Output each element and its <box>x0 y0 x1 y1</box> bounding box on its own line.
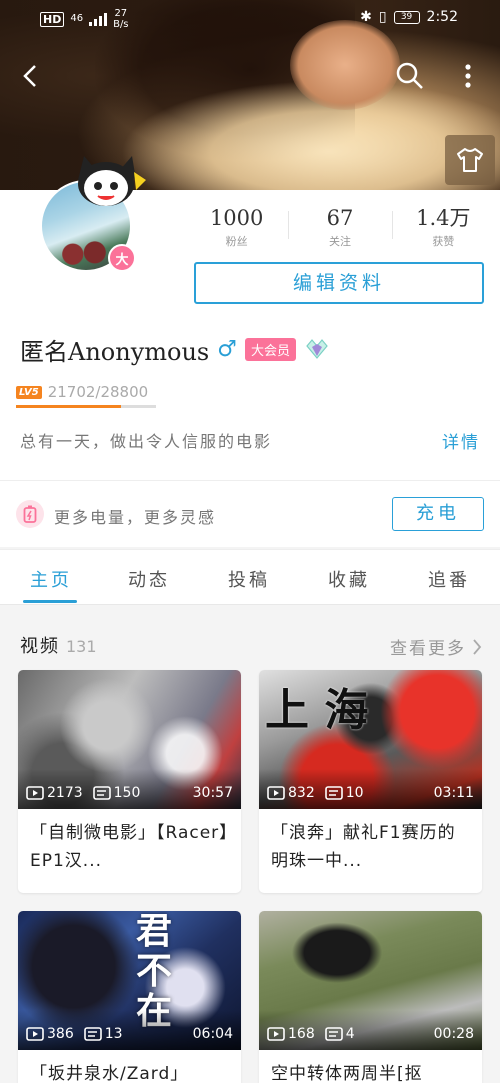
vibrate-icon: ▯ <box>378 9 387 25</box>
video-title: 空中转体两周半[抠 <box>271 1064 423 1083</box>
play-count: 832 <box>288 785 315 801</box>
profile-tabs: 主页 动态 投稿 收藏 追番 <box>0 549 500 605</box>
danmaku-count: 10 <box>345 785 364 801</box>
gender-male-icon: ♂ <box>217 336 237 362</box>
view-more-link[interactable]: 查看更多 <box>390 634 482 659</box>
bluetooth-icon: ✱ <box>360 9 372 25</box>
battery-icon: 39 <box>393 10 420 24</box>
stat-followers[interactable]: 1000 粉丝 <box>185 205 288 255</box>
change-skin-button[interactable] <box>445 135 495 185</box>
signature: 总有一天，做出令人信服的电影 <box>20 432 273 451</box>
search-button[interactable] <box>392 58 428 94</box>
name-row: 匿名Anonymous ♂ 大会员 <box>20 332 330 366</box>
stat-following[interactable]: 67 关注 <box>288 205 391 255</box>
play-count-icon <box>267 786 285 800</box>
avatar-pendant-icon <box>78 156 146 206</box>
tab-uploads[interactable]: 投稿 <box>228 566 270 592</box>
play-count-icon <box>267 1027 285 1041</box>
tab-indicator <box>23 600 77 603</box>
stats-bar: 1000 粉丝 67 关注 1.4万 获赞 <box>185 205 495 255</box>
danmaku-icon <box>92 786 111 800</box>
chevron-right-icon <box>473 638 482 655</box>
video-duration: 30:57 <box>192 785 233 801</box>
exp-text: 21702/28800 <box>47 383 149 401</box>
play-count: 168 <box>288 1026 315 1042</box>
videos-section-header: 视频 131 查看更多 <box>20 632 482 660</box>
tab-bangumi[interactable]: 追番 <box>428 566 470 592</box>
tab-favorites[interactable]: 收藏 <box>328 566 370 592</box>
video-card[interactable]: 君 不 在 386 13 06:04 「坂井泉水/Zard」 <box>18 911 241 1083</box>
avatar[interactable]: 大 <box>40 156 146 280</box>
back-arrow-icon <box>23 65 36 87</box>
play-count: 2173 <box>47 785 83 801</box>
video-thumbnail: 2173 150 30:57 <box>18 670 241 809</box>
network-speed: 27 B/s <box>113 8 129 30</box>
play-count: 386 <box>47 1026 74 1042</box>
video-card[interactable]: 上 海 832 10 03:11 「浪奔」献礼F1赛历的明珠一中... <box>259 670 482 893</box>
status-bar: HD 46 27 B/s ✱ ▯ 39 2:52 <box>0 0 500 36</box>
video-thumbnail: 上 海 832 10 03:11 <box>259 670 482 809</box>
section-title: 视频 <box>20 636 60 657</box>
more-options-button[interactable] <box>450 58 486 94</box>
danmaku-icon <box>83 1027 102 1041</box>
vip-tag[interactable]: 大会员 <box>244 337 296 361</box>
danmaku-count: 4 <box>345 1026 355 1042</box>
danmaku-icon <box>324 786 343 800</box>
video-duration: 06:04 <box>192 1026 233 1042</box>
video-title: 「自制微电影」【Racer】EP1汉... <box>30 823 229 871</box>
username: 匿名Anonymous <box>20 337 210 366</box>
battery-charge-icon <box>16 500 44 528</box>
video-title: 「坂井泉水/Zard」 <box>30 1064 189 1083</box>
stat-likes[interactable]: 1.4万 获赞 <box>391 205 495 255</box>
play-count-icon <box>26 786 44 800</box>
danmaku-count: 13 <box>104 1026 123 1042</box>
exp-progress-bar <box>16 405 156 408</box>
video-thumbnail: 君 不 在 386 13 06:04 <box>18 911 241 1050</box>
video-title: 「浪奔」献礼F1赛历的明珠一中... <box>271 823 456 871</box>
tab-home[interactable]: 主页 <box>30 566 72 592</box>
signature-row: 总有一天，做出令人信服的电影 详情 <box>20 428 482 453</box>
hd-indicator: HD <box>40 11 65 27</box>
video-duration: 03:11 <box>433 785 474 801</box>
search-icon <box>396 62 423 89</box>
charge-button[interactable]: 充电 <box>392 497 484 531</box>
back-button[interactable] <box>13 58 49 94</box>
video-card[interactable]: 2173 150 30:57 「自制微电影」【Racer】EP1汉... <box>18 670 241 893</box>
tab-dynamics[interactable]: 动态 <box>128 566 170 592</box>
play-count-icon <box>26 1027 44 1041</box>
more-vertical-icon <box>465 64 471 88</box>
video-count: 131 <box>66 637 97 656</box>
signal-icon <box>89 12 108 26</box>
divider <box>0 480 500 481</box>
video-duration: 00:28 <box>433 1026 474 1042</box>
vip-badge: 大 <box>108 244 136 272</box>
clock: 2:52 <box>426 9 458 25</box>
pendant-badge-icon[interactable] <box>304 338 330 360</box>
danmaku-icon <box>324 1027 343 1041</box>
network-type: 46 <box>70 13 84 24</box>
video-card[interactable]: 168 4 00:28 空中转体两周半[抠 <box>259 911 482 1083</box>
level-row: LV5 21702/28800 <box>16 380 148 404</box>
charge-row: 更多电量，更多灵感 充电 <box>16 497 486 533</box>
level-badge: LV5 <box>16 385 42 399</box>
danmaku-count: 150 <box>113 785 141 801</box>
tshirt-icon <box>457 148 483 172</box>
video-thumbnail: 168 4 00:28 <box>259 911 482 1050</box>
detail-link[interactable]: 详情 <box>442 428 480 453</box>
charge-text: 更多电量，更多灵感 <box>54 508 217 527</box>
edit-profile-button[interactable]: 编辑资料 <box>194 262 484 304</box>
thumbnail-overlay-text: 上 海 <box>265 685 369 736</box>
